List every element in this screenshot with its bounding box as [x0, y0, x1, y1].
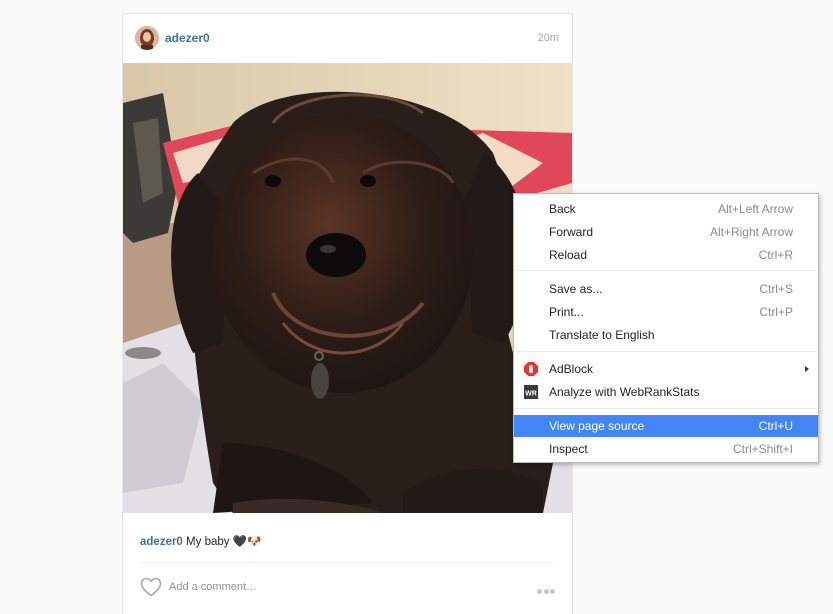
menu-label: AdBlock: [549, 362, 594, 376]
menu-label: Print...: [549, 305, 584, 319]
menu-separator: [515, 351, 817, 352]
dot-icon: [543, 589, 549, 594]
menu-label: Forward: [549, 225, 594, 239]
menu-label: View page source: [549, 419, 645, 433]
menu-item-back[interactable]: Back Alt+Left Arrow: [514, 198, 818, 220]
dot-icon: [550, 589, 555, 594]
more-options-icon[interactable]: [537, 581, 557, 594]
menu-label: Translate to English: [549, 328, 655, 342]
menu-item-save-as[interactable]: Save as... Ctrl+S: [514, 278, 818, 300]
webrankstats-icon-text: WR: [525, 391, 537, 398]
dog-photo[interactable]: [123, 63, 572, 513]
heart-icon[interactable]: [140, 577, 162, 597]
menu-shortcut: Alt+Right Arrow: [709, 225, 793, 239]
menu-shortcut: Ctrl+U: [758, 419, 793, 433]
dot-icon: [537, 589, 542, 594]
submenu-arrow-icon: [805, 366, 809, 372]
menu-item-view-source[interactable]: View page source Ctrl+U: [514, 415, 818, 437]
webrankstats-icon: WR: [524, 385, 538, 399]
menu-item-webrankstats[interactable]: WR Analyze with WebRankStats: [514, 381, 818, 403]
menu-label: Save as...: [549, 282, 603, 296]
menu-item-print[interactable]: Print... Ctrl+P: [514, 301, 818, 323]
menu-item-inspect[interactable]: Inspect Ctrl+Shift+I: [514, 438, 818, 460]
adblock-icon: [524, 362, 538, 376]
menu-item-adblock[interactable]: AdBlock: [514, 358, 818, 380]
menu-item-translate[interactable]: Translate to English: [514, 324, 818, 346]
caption-username[interactable]: adezer0: [140, 536, 183, 548]
caption-emoji: 🖤🐶: [232, 536, 262, 548]
comment-input[interactable]: [169, 578, 529, 596]
menu-shortcut: Alt+Left Arrow: [717, 202, 793, 216]
menu-shortcut: Ctrl+P: [759, 305, 793, 319]
context-menu: Back Alt+Left Arrow Forward Alt+Right Ar…: [513, 193, 819, 463]
menu-shortcut: Ctrl+R: [758, 248, 793, 262]
post-card: adezer0 20m adezer0 My baby 🖤🐶 Add a com…: [122, 13, 573, 614]
menu-separator: [515, 270, 817, 271]
menu-item-forward[interactable]: Forward Alt+Right Arrow: [514, 221, 818, 243]
post-timestamp[interactable]: 20m: [538, 32, 559, 44]
menu-shortcut: Ctrl+S: [759, 282, 793, 296]
post-username[interactable]: adezer0: [165, 31, 210, 45]
menu-label: Reload: [549, 248, 588, 262]
caption-text: My baby: [186, 536, 230, 548]
menu-shortcut: Ctrl+Shift+I: [732, 442, 793, 456]
comment-divider: [140, 562, 554, 563]
post-header: adezer0 20m: [123, 14, 572, 63]
menu-label: Inspect: [549, 442, 588, 456]
menu-separator: [515, 408, 817, 409]
menu-label: Analyze with WebRankStats: [549, 385, 700, 399]
avatar[interactable]: [135, 26, 159, 50]
post-caption: adezer0 My baby 🖤🐶: [140, 534, 261, 548]
menu-label: Back: [549, 202, 576, 216]
menu-item-reload[interactable]: Reload Ctrl+R: [514, 244, 818, 266]
